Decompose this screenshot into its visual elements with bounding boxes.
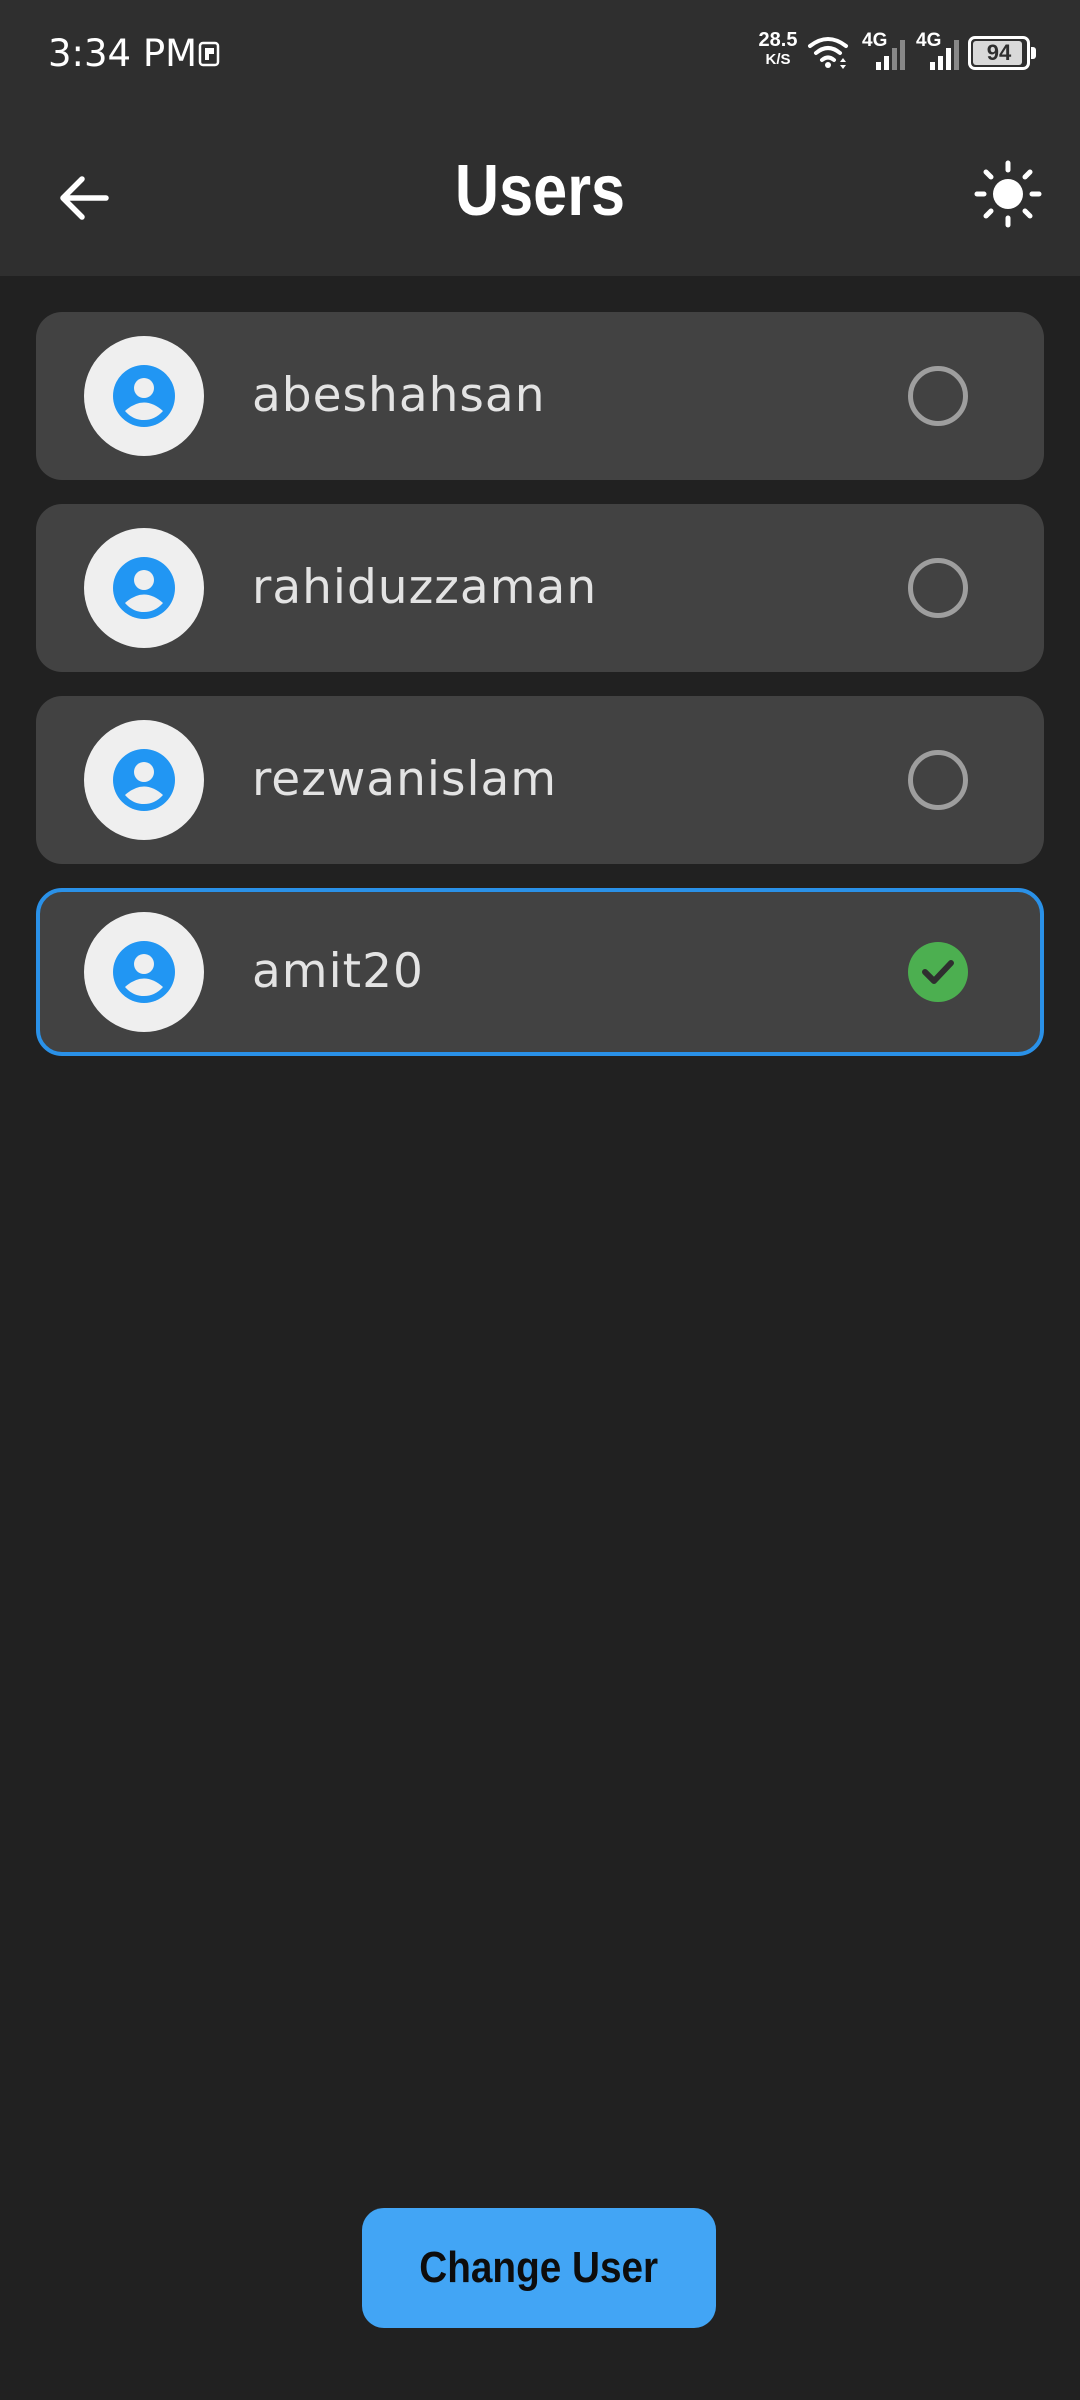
avatar [84,720,204,840]
user-avatar-icon [113,941,175,1003]
app-bar: Users [0,110,1080,276]
network-speed: 28.5 K/S [752,30,804,67]
avatar [84,528,204,648]
user-name: rahiduzzaman [252,560,598,615]
radio-button[interactable] [908,366,968,426]
user-avatar-icon [113,365,175,427]
user-list: abeshahsan rahiduzzaman rezwanislam amit… [36,312,1044,1080]
user-name: amit20 [252,944,424,999]
page-title: Users [454,151,626,231]
users-screen: 3:34 PM 28.5 K/S 4G 4G 94 Users abeshahs… [0,0,1080,2400]
change-user-button[interactable]: Change User [362,2208,716,2328]
user-card[interactable]: rezwanislam [36,696,1044,864]
battery-icon: 94 [968,36,1030,70]
status-bar: 3:34 PM 28.5 K/S 4G 4G 94 [0,0,1080,110]
checkmark-icon [922,960,954,984]
network-speed-value: 28.5 [758,29,798,51]
avatar [84,912,204,1032]
battery-level: 94 [986,40,1012,65]
radio-button[interactable] [908,558,968,618]
radio-button[interactable] [908,750,968,810]
user-card[interactable]: abeshahsan [36,312,1044,480]
status-time: 3:34 PM [48,32,198,75]
user-name: rezwanislam [252,752,558,807]
user-card[interactable]: rahiduzzaman [36,504,1044,672]
battery-nub [1031,47,1036,59]
network-speed-unit: K/S [765,51,791,68]
change-user-label: Change User [419,2243,659,2292]
signal-icon-sim1: 4G [862,30,916,72]
user-avatar-icon [113,557,175,619]
sun-icon [974,160,1042,228]
avatar [84,336,204,456]
signal-icon-sim2: 4G [916,30,970,72]
radio-button-checked[interactable] [908,942,968,1002]
user-avatar-icon [113,749,175,811]
user-name: abeshahsan [252,368,546,423]
wifi-icon [808,37,848,69]
notification-icon [198,41,220,67]
theme-toggle-button[interactable] [966,152,1050,236]
user-card[interactable]: amit20 [36,888,1044,1056]
